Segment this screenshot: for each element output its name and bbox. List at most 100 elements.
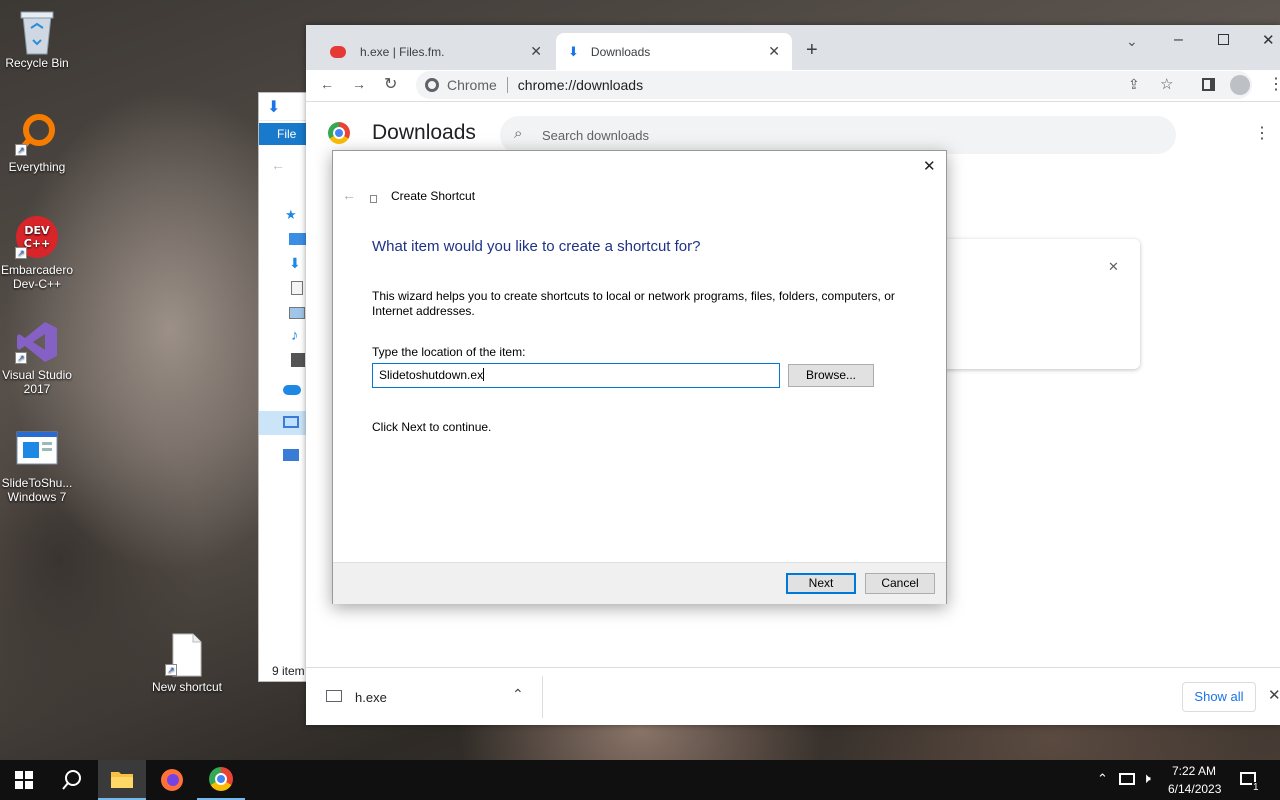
- file-explorer-window[interactable]: ⬇ File ← ★ ⬇ ♪ 9 item: [258, 92, 310, 682]
- shelf-divider: [542, 676, 543, 718]
- dialog-footer: Next Cancel: [333, 562, 946, 604]
- notification-count-badge: 1: [1252, 782, 1260, 793]
- taskbar: ⌃ 🕨 7:22 AM 6/14/2023 1: [0, 760, 1280, 800]
- cancel-button[interactable]: Cancel: [865, 573, 935, 594]
- back-arrow-icon[interactable]: ←: [271, 157, 285, 173]
- dialog-title: Create Shortcut: [391, 189, 476, 203]
- create-shortcut-dialog[interactable]: ✕ ← Create Shortcut What item would you …: [332, 150, 947, 604]
- desktop-icon-everything[interactable]: ↗ Everything: [0, 112, 74, 174]
- desktop-icon-recycle-bin[interactable]: Recycle Bin: [0, 8, 74, 70]
- back-arrow-icon[interactable]: ←: [342, 187, 356, 203]
- desktop-icon-label: Visual Studio 2017: [2, 368, 72, 396]
- browse-button[interactable]: Browse...: [788, 364, 874, 387]
- chrome-logo-icon: [209, 767, 233, 791]
- visual-studio-icon: ↗: [15, 320, 59, 364]
- desktop-icon-slidetoshutdown[interactable]: SlideToShu... Windows 7: [0, 428, 74, 504]
- tab-search-chevron-icon[interactable]: ⌄: [1126, 33, 1138, 50]
- tab-close-icon[interactable]: ✕: [530, 43, 542, 60]
- chrome-chip-icon: [425, 78, 439, 92]
- file-icon: [326, 690, 342, 702]
- clock-date[interactable]: 6/14/2023: [1168, 782, 1221, 796]
- blank-file-icon: ↗: [165, 632, 209, 677]
- onedrive-icon[interactable]: [283, 385, 301, 395]
- downloads-menu-kebab-icon[interactable]: ⋮: [1254, 123, 1270, 143]
- taskbar-firefox[interactable]: [148, 760, 196, 800]
- search-icon: ⌕: [514, 125, 523, 142]
- desktop-icon-label: Everything: [8, 160, 66, 174]
- shortcut-arrow-icon: ↗: [15, 352, 27, 364]
- clock-time[interactable]: 7:22 AM: [1172, 764, 1216, 778]
- search-placeholder: Search downloads: [542, 127, 649, 143]
- videos-folder-icon[interactable]: [291, 353, 305, 367]
- pictures-folder-icon[interactable]: [289, 307, 305, 319]
- downloads-search-input[interactable]: ⌕ Search downloads: [500, 116, 1176, 154]
- folder-icon: [111, 772, 133, 788]
- shortcut-arrow-icon: ↗: [165, 664, 177, 676]
- taskbar-file-explorer[interactable]: [98, 760, 146, 800]
- show-hidden-icons-chevron-icon[interactable]: ⌃: [1097, 771, 1108, 787]
- close-window-icon[interactable]: ✕: [1262, 31, 1275, 49]
- files-fm-favicon-icon: [330, 45, 346, 58]
- desktop-icon-visual-studio[interactable]: ↗ Visual Studio 2017: [0, 320, 74, 396]
- download-favicon-icon: ⬇: [568, 43, 579, 59]
- volume-muted-icon[interactable]: 🕨: [1142, 770, 1151, 787]
- close-dialog-icon[interactable]: ✕: [923, 157, 936, 175]
- chevron-up-icon[interactable]: ⌃: [512, 686, 524, 703]
- bookmark-star-icon[interactable]: ☆: [1160, 75, 1173, 93]
- desktop-icon-new-shortcut[interactable]: ↗ New shortcut: [150, 632, 224, 694]
- desktop-folder-icon[interactable]: [289, 233, 307, 245]
- documents-folder-icon[interactable]: [291, 281, 303, 295]
- new-tab-plus-icon[interactable]: +: [806, 39, 818, 62]
- dialog-heading: What item would you like to create a sho…: [372, 238, 701, 255]
- desktop-icon-label: SlideToShu... Windows 7: [1, 476, 73, 504]
- close-shelf-icon[interactable]: ✕: [1268, 686, 1280, 704]
- download-shelf: h.exe ⌃ Show all ✕: [306, 667, 1280, 725]
- dialog-description: This wizard helps you to create shortcut…: [372, 289, 895, 318]
- reload-icon[interactable]: ↻: [384, 74, 397, 94]
- omnibox-url: chrome://downloads: [517, 77, 644, 93]
- firefox-icon: [161, 769, 183, 791]
- minimize-icon[interactable]: –: [1174, 31, 1183, 49]
- explorer-status-text: 9 item: [272, 664, 305, 678]
- tab-files-fm[interactable]: h.exe | Files.fm. ✕: [318, 33, 554, 70]
- maximize-icon[interactable]: [1218, 34, 1229, 45]
- forward-arrow-icon[interactable]: →: [352, 76, 366, 92]
- download-item-card: ✕: [926, 239, 1140, 369]
- tab-title: Downloads: [590, 44, 651, 59]
- computer-icon: [283, 416, 299, 428]
- tab-downloads[interactable]: ⬇ Downloads ✕: [556, 33, 792, 70]
- side-panel-icon[interactable]: [1202, 78, 1215, 91]
- next-button[interactable]: Next: [786, 573, 856, 594]
- tab-strip: h.exe | Files.fm. ✕ ⬇ Downloads ✕ + ⌄ – …: [306, 25, 1280, 70]
- share-icon[interactable]: ⇪: [1128, 76, 1140, 93]
- desktop-icon-label: Recycle Bin: [5, 56, 69, 70]
- downloads-folder-icon[interactable]: ⬇: [289, 255, 301, 272]
- quick-access-star-icon[interactable]: ★: [285, 207, 297, 223]
- shortcut-arrow-icon: ↗: [15, 144, 27, 156]
- explorer-file-tab[interactable]: File: [259, 123, 309, 145]
- start-button[interactable]: [0, 760, 48, 800]
- back-arrow-icon[interactable]: ←: [320, 76, 334, 92]
- text-caret: [483, 368, 485, 381]
- hint-text: Click Next to continue.: [372, 420, 492, 434]
- remove-download-close-icon[interactable]: ✕: [1108, 259, 1119, 275]
- show-all-button[interactable]: Show all: [1182, 682, 1256, 712]
- desktop-icon-devcpp[interactable]: DEV C++ ↗ Embarcadero Dev-C++: [0, 215, 74, 291]
- location-input[interactable]: Slidetoshutdown.ex: [372, 363, 780, 388]
- chrome-toolbar: ← → ↻ Chrome chrome://downloads ⇪ ☆ ⋮: [306, 70, 1280, 102]
- chrome-menu-kebab-icon[interactable]: ⋮: [1268, 74, 1280, 94]
- search-button[interactable]: [48, 760, 96, 800]
- taskbar-chrome[interactable]: [197, 760, 245, 800]
- explorer-titlebar: ⬇: [259, 93, 309, 121]
- network-icon[interactable]: [283, 449, 299, 461]
- profile-avatar[interactable]: [1230, 75, 1250, 95]
- music-folder-icon[interactable]: ♪: [291, 327, 299, 344]
- tab-close-icon[interactable]: ✕: [768, 43, 780, 60]
- recycle-bin-icon: [15, 8, 59, 55]
- network-status-icon[interactable]: [1119, 773, 1135, 785]
- shelf-file-name[interactable]: h.exe: [355, 690, 387, 705]
- this-pc-nav-item[interactable]: [259, 411, 309, 435]
- desktop-icon-label: New shortcut: [151, 680, 223, 694]
- omnibox[interactable]: Chrome chrome://downloads ⇪ ☆: [416, 71, 1252, 99]
- search-icon: [62, 770, 81, 790]
